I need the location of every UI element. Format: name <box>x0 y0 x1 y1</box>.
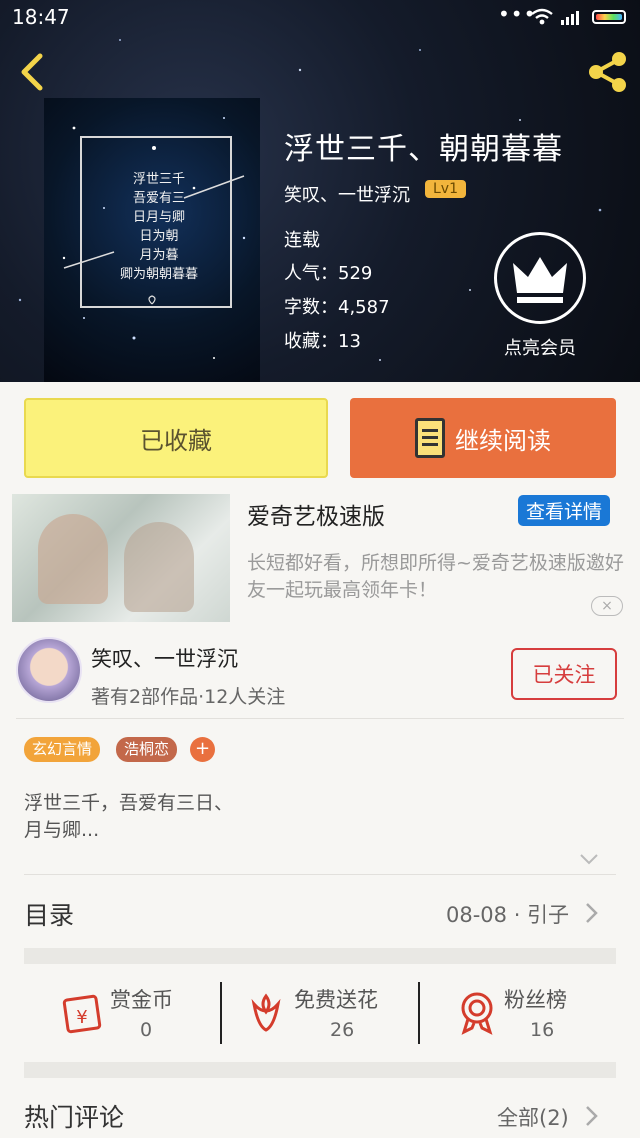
author-card-stats: 著有2部作品·12人关注 <box>91 686 286 708</box>
all-comments-chevron[interactable] <box>584 1104 600 1128</box>
collected-label: 已收藏 <box>140 426 212 455</box>
collected-button[interactable]: 已收藏 <box>24 398 328 478</box>
red-envelope-icon: ¥ <box>62 994 102 1034</box>
stat-separator <box>220 982 222 1044</box>
fan-ranking-stat[interactable]: 粉丝榜 16 <box>456 982 606 1044</box>
section-separator <box>24 948 616 964</box>
toc-latest-chapter[interactable]: 08-08 · 引子 <box>446 899 569 929</box>
fan-ranking-value: 16 <box>530 1019 555 1041</box>
status-time: 18:47 <box>12 5 70 29</box>
toc-label[interactable]: 目录 <box>24 896 74 932</box>
chevron-right-icon <box>586 1106 598 1126</box>
signal-icon <box>561 11 579 25</box>
chevron-right-icon <box>586 903 598 923</box>
book-summary: 浮世三千，吾爱有三日、月与卿... <box>24 792 234 841</box>
ad-image[interactable] <box>12 494 230 622</box>
book-author[interactable]: 笑叹、一世浮沉 <box>284 181 410 207</box>
share-icon <box>589 52 626 92</box>
wifi-icon <box>531 8 553 25</box>
ad-close-button[interactable]: × <box>591 596 623 616</box>
expand-summary-button[interactable] <box>578 848 600 870</box>
book-word-count: 字数：4,587 <box>284 297 390 318</box>
follow-button[interactable]: 已关注 <box>511 648 617 700</box>
follow-label: 已关注 <box>532 663 596 687</box>
tag-xuanhuan[interactable]: 玄幻言情 <box>24 737 101 762</box>
fan-ranking-label: 粉丝榜 <box>504 988 567 1012</box>
continue-reading-button[interactable]: 继续阅读 <box>350 398 616 478</box>
toc-chevron[interactable] <box>584 901 600 925</box>
hot-comments-label: 热门评论 <box>24 1103 125 1132</box>
author-avatar[interactable] <box>16 637 82 703</box>
ad-title[interactable]: 爱奇艺极速版 <box>247 497 385 531</box>
reward-coin-stat[interactable]: ¥ 赏金币 0 <box>60 982 210 1044</box>
continue-reading-label: 继续阅读 <box>455 426 551 455</box>
crown-icon <box>513 257 567 303</box>
flower-icon <box>251 993 281 1032</box>
divider <box>16 718 624 719</box>
medal-icon <box>461 992 493 1035</box>
all-comments-link[interactable]: 全部(2) <box>497 1102 569 1132</box>
author-card-name[interactable]: 笑叹、一世浮沉 <box>91 643 238 673</box>
book-favorites: 收藏：13 <box>284 331 361 352</box>
share-button[interactable] <box>584 50 630 94</box>
chevron-down-icon <box>580 854 598 865</box>
cover-poem: 浮世三千 吾爱有三 日月与卿 日为朝 月为暮 卿为朝朝暮暮 <box>119 172 198 282</box>
section-separator <box>24 1062 616 1078</box>
back-arrow-icon <box>21 53 43 91</box>
svg-text:¥: ¥ <box>76 1007 87 1028</box>
reward-coin-value: 0 <box>140 1019 153 1041</box>
free-flower-value: 26 <box>330 1019 355 1041</box>
ad-image-figure <box>124 522 194 612</box>
author-level-badge: Lv1 <box>425 180 466 198</box>
tag-haotonglian[interactable]: 浩桐恋 <box>116 737 178 762</box>
ad-image-figure <box>38 514 108 604</box>
stat-separator <box>418 982 420 1044</box>
book-popularity: 人气：529 <box>284 263 373 284</box>
ad-detail-button[interactable]: 查看详情 <box>518 495 611 526</box>
book-icon <box>415 418 445 458</box>
add-tag-button[interactable]: + <box>190 737 215 762</box>
status-bar: 18:47 ••• <box>0 0 640 34</box>
book-cover[interactable]: 浮世三千 吾爱有三 日月与卿 日为朝 月为暮 卿为朝朝暮暮 <box>44 98 260 382</box>
back-button[interactable] <box>14 50 50 94</box>
ad-description[interactable]: 长短都好看，所想即所得~爱奇艺极速版邀好友一起玩最高领年卡！ <box>247 550 627 604</box>
book-status: 连载 <box>284 230 320 251</box>
vip-button[interactable] <box>494 232 586 324</box>
battery-icon <box>592 10 626 24</box>
free-flower-label: 免费送花 <box>294 988 378 1012</box>
divider <box>24 874 616 875</box>
free-flower-stat[interactable]: 免费送花 26 <box>246 982 406 1044</box>
reward-coin-label: 赏金币 <box>110 988 173 1012</box>
vip-label: 点亮会员 <box>504 338 576 359</box>
book-title: 浮世三千、朝朝暮暮 <box>284 132 563 167</box>
